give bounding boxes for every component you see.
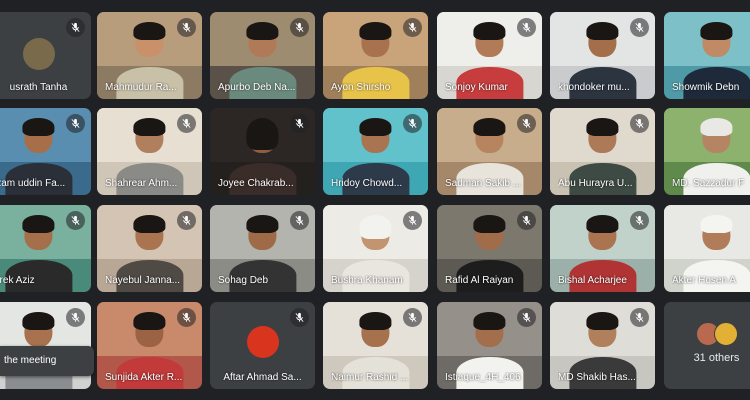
participant-name: Mahmudur Ra... <box>105 82 177 93</box>
participant-name: Apurbo Deb Na... <box>218 82 296 93</box>
participant-tile[interactable]: khondoker mu... <box>550 12 655 99</box>
mic-off-icon <box>290 211 309 230</box>
mic-off-icon <box>517 308 536 327</box>
participant-name: Sonjoy Kumar <box>445 82 508 93</box>
participant-name: Nayebul Janna... <box>105 275 181 286</box>
participant-name: MD. Sazzadur F <box>672 178 745 189</box>
mic-off-icon <box>177 211 196 230</box>
participant-tile[interactable]: Akter Hosen A <box>664 205 750 292</box>
participant-name: Ayon Shirsho <box>331 82 391 93</box>
avatar <box>22 38 55 70</box>
participant-name: Naimur Rashid ... <box>331 372 409 383</box>
participant-tile[interactable]: Sunjida Akter R... <box>97 302 202 389</box>
participant-name: arek Aziz <box>0 275 35 286</box>
participant-name: Sadman Sakib ... <box>445 178 522 189</box>
participant-tile[interactable]: Sonjoy Kumar <box>437 12 542 99</box>
participant-tile[interactable]: Apurbo Deb Na... <box>210 12 315 99</box>
participant-tile[interactable]: Bishal Acharjee <box>550 205 655 292</box>
mic-off-icon <box>403 114 422 133</box>
mic-off-icon <box>403 18 422 37</box>
participant-tile[interactable]: Istiaque_4H_406 <box>437 302 542 389</box>
participant-tile[interactable]: Rafid Al Raiyan <box>437 205 542 292</box>
participant-name: Rafid Al Raiyan <box>445 275 514 286</box>
mic-off-icon <box>630 211 649 230</box>
mic-off-icon <box>177 18 196 37</box>
participant-name: Aftar Ahmad Sa... <box>223 372 302 383</box>
mic-off-icon <box>630 308 649 327</box>
participant-tile[interactable]: Hridoy Chowd... <box>323 108 428 195</box>
participant-tile[interactable]: izam uddin Fa... <box>0 108 91 195</box>
participant-name: Bushra Khanam <box>331 275 403 286</box>
mic-off-icon <box>517 211 536 230</box>
mic-off-icon <box>630 114 649 133</box>
participant-name: Sunjida Akter R... <box>105 372 183 383</box>
mic-off-icon <box>517 18 536 37</box>
participant-tile[interactable]: Aftar Ahmad Sa... <box>210 302 315 389</box>
participant-name: izam uddin Fa... <box>0 178 66 189</box>
mic-off-icon <box>403 211 422 230</box>
mic-off-icon <box>66 308 85 327</box>
participant-tile[interactable]: Joyee Chakrab... <box>210 108 315 195</box>
mic-off-icon <box>517 114 536 133</box>
mic-off-icon <box>177 308 196 327</box>
mic-off-icon <box>177 114 196 133</box>
mic-off-icon <box>630 18 649 37</box>
participant-name: Akter Hosen A <box>672 275 736 286</box>
participant-name: Hridoy Chowd... <box>331 178 403 189</box>
participant-tile[interactable]: MD. Sazzadur F <box>664 108 750 195</box>
participant-grid: usrath Tanha Mahmudur Ra... Apurbo Deb N… <box>0 0 750 400</box>
mic-off-icon <box>403 308 422 327</box>
participant-tile[interactable]: Sadman Sakib ... <box>437 108 542 195</box>
participant-name: usrath Tanha <box>9 82 68 93</box>
mic-off-icon <box>290 308 309 327</box>
participant-name: Showmik Debn <box>672 82 740 93</box>
join-notification: the meeting <box>0 346 94 376</box>
participant-tile[interactable]: Nayebul Janna... <box>97 205 202 292</box>
participant-tile[interactable]: usrath Tanha <box>0 12 91 99</box>
participant-name: Bishal Acharjee <box>558 275 627 286</box>
participant-name: MD Shakib Has... <box>558 372 636 383</box>
mic-off-icon <box>290 114 309 133</box>
participant-tile[interactable]: Abu Hurayra U... <box>550 108 655 195</box>
participant-tile[interactable]: Showmik Debn <box>664 12 750 99</box>
participant-tile[interactable]: Sohag Deb <box>210 205 315 292</box>
others-avatars <box>696 322 740 346</box>
participant-name: Sohag Deb <box>218 275 269 286</box>
participant-name: khondoker mu... <box>558 82 630 93</box>
participant-tile[interactable]: Mahmudur Ra... <box>97 12 202 99</box>
participant-name: Shahrear Ahm... <box>105 178 178 189</box>
mic-off-icon <box>290 18 309 37</box>
participant-name: Abu Hurayra U... <box>558 178 633 189</box>
mic-off-icon <box>66 211 85 230</box>
participant-name: Istiaque_4H_406 <box>445 372 521 383</box>
others-count: 31 others <box>693 352 740 364</box>
participant-name: Joyee Chakrab... <box>218 178 294 189</box>
participant-tile[interactable]: Ayon Shirsho <box>323 12 428 99</box>
participant-tile[interactable]: MD Shakib Has... <box>550 302 655 389</box>
others-tile[interactable]: 31 others <box>664 302 750 389</box>
mic-off-icon <box>66 18 85 37</box>
participant-tile[interactable]: Bushra Khanam <box>323 205 428 292</box>
participant-tile[interactable]: arek Aziz <box>0 205 91 292</box>
avatar <box>246 326 279 358</box>
avatar <box>714 322 738 346</box>
participant-tile[interactable]: Shahrear Ahm... <box>97 108 202 195</box>
participant-tile[interactable]: Naimur Rashid ... <box>323 302 428 389</box>
mic-off-icon <box>66 114 85 133</box>
